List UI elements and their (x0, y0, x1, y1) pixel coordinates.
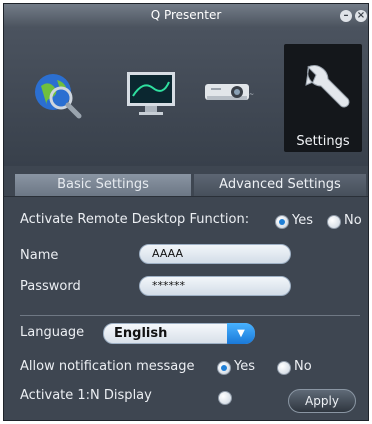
one-to-n-display-toggle[interactable] (218, 391, 232, 405)
minimize-button[interactable]: – (340, 10, 352, 22)
password-field[interactable]: ****** (139, 276, 291, 296)
window-title: Q Presenter (150, 8, 222, 22)
remote-desktop-yes-radio[interactable] (275, 215, 289, 229)
monitor-icon (127, 72, 175, 115)
close-button[interactable]: × (355, 10, 367, 22)
nav-settings[interactable]: Settings (284, 44, 362, 152)
globe-search-icon (35, 74, 82, 119)
nav-remote-desktop[interactable] (22, 44, 96, 152)
tab-advanced-settings[interactable]: Advanced Settings (194, 174, 366, 196)
notification-no-radio[interactable] (277, 361, 291, 375)
wrench-icon (305, 65, 350, 108)
language-select[interactable]: English ▼ (103, 323, 255, 344)
tab-basic-settings[interactable]: Basic Settings (15, 174, 191, 196)
title-bar[interactable]: Q Presenter – × (4, 4, 368, 28)
notification-label: Allow notification message (20, 359, 195, 374)
remote-desktop-no-radio[interactable] (327, 215, 341, 229)
language-label: Language (20, 325, 85, 340)
remote-desktop-no-label[interactable]: No (344, 213, 362, 228)
remote-desktop-yes-label[interactable]: Yes (292, 213, 313, 228)
password-label: Password (20, 279, 81, 294)
name-field[interactable]: AAAA (139, 244, 291, 264)
one-to-n-display-label: Activate 1:N Display (20, 388, 152, 403)
chevron-down-icon[interactable]: ▼ (227, 323, 255, 344)
language-value: English (114, 326, 168, 341)
nav-settings-label: Settings (296, 134, 350, 149)
notification-no-label[interactable]: No (294, 359, 312, 374)
apply-button[interactable]: Apply (288, 389, 356, 413)
function-icon-bar: ~ Settings (4, 28, 368, 166)
notification-yes-radio[interactable] (217, 361, 231, 375)
projector-icon: ~ (205, 84, 254, 100)
nav-projector[interactable]: ~ (194, 44, 268, 152)
notification-yes-label[interactable]: Yes (234, 359, 255, 374)
remote-desktop-label: Activate Remote Desktop Function: (20, 212, 250, 227)
tab-divider (4, 196, 368, 197)
svg-text:~: ~ (249, 91, 254, 98)
name-label: Name (20, 248, 59, 263)
section-divider (20, 315, 360, 316)
nav-display[interactable] (112, 44, 186, 152)
app-window: Q Presenter – × ~ Settings Basic Setting… (3, 3, 369, 421)
